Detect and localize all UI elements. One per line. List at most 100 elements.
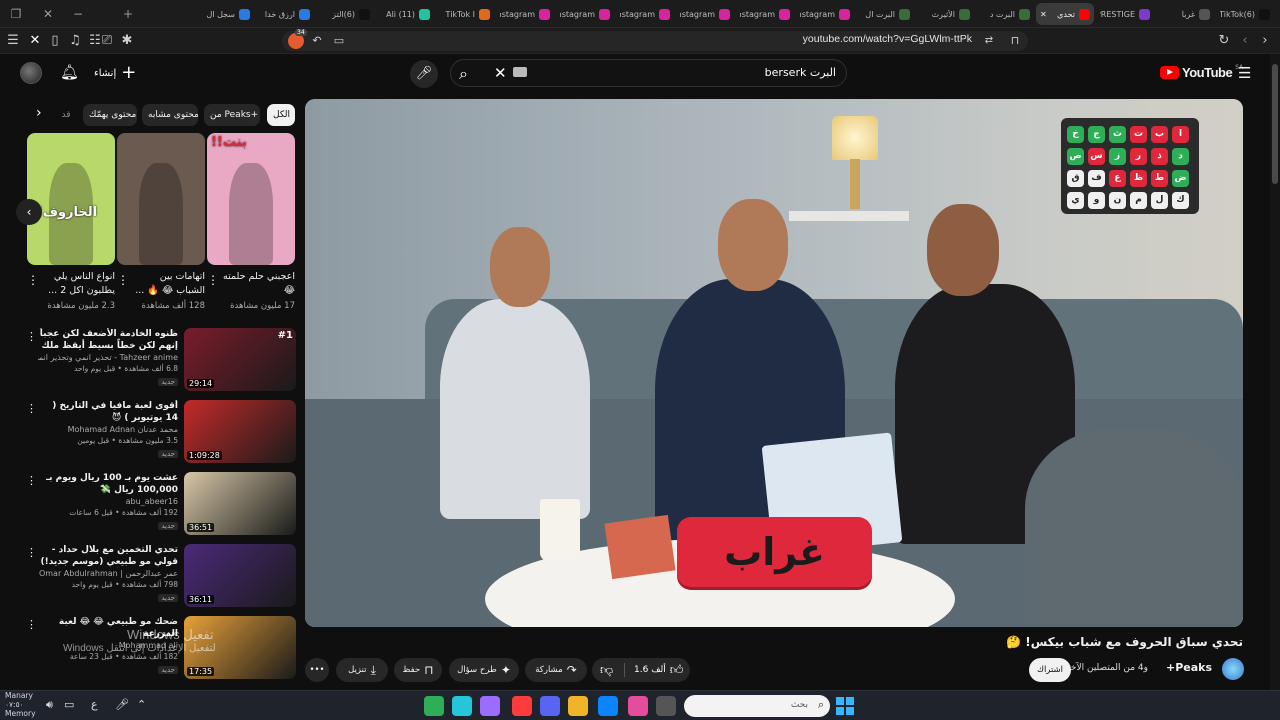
recommendation-channel[interactable]: محمد عدنان Mohamad Adnan (38, 424, 178, 435)
channel-avatar[interactable] (1222, 658, 1244, 680)
recommendation-channel[interactable]: Tahzeer anime - تحذير انمي وتحذير انمي +… (38, 352, 178, 363)
guide-menu-icon[interactable]: ☰ (1238, 64, 1251, 82)
new-tab-icon[interactable]: + (120, 6, 136, 22)
browser-tab[interactable]: Instagram (496, 3, 554, 25)
recommendation-item[interactable]: #1 29:14 ظنوه الخادمة الأضعف لكن عجباً إنه… (26, 328, 296, 392)
forward-nav-icon[interactable]: ‹ (1236, 32, 1254, 50)
create-button[interactable]: إنشاء + (94, 61, 136, 85)
screenshot-icon[interactable]: ⎚ (98, 32, 116, 50)
recommendation-more-icon[interactable]: ⋮ (26, 618, 37, 631)
weather-widget[interactable]: Manary ٠٧:٥٠ Memory (5, 691, 36, 718)
download-button[interactable]: ⤓ تنزيل (336, 658, 388, 682)
mic-tray-icon[interactable]: 🎤︎ (115, 698, 129, 711)
browser-tab[interactable]: ارزق خدا (256, 3, 314, 25)
account-avatar[interactable] (20, 62, 42, 84)
start-button[interactable] (836, 697, 854, 715)
chip-similar[interactable]: محتوى مشابه (142, 104, 199, 126)
site-settings-icon[interactable]: ⇄ (980, 32, 998, 50)
taskbar-app-icon[interactable] (568, 696, 588, 716)
save-button[interactable]: ⊓ حفظ (394, 658, 442, 682)
search-icon[interactable]: ⌕ (459, 64, 468, 84)
tab-close-icon[interactable]: ✕ (1040, 10, 1047, 19)
short-thumbnail[interactable]: بنت!! (207, 133, 295, 265)
voice-search-button[interactable]: 🎤︎ (410, 60, 438, 88)
taskbar-app-icon[interactable] (598, 696, 618, 716)
recommendation-thumbnail[interactable]: 36:51 (184, 472, 296, 535)
recommendation-title[interactable]: أقوى لعبة مافيا في التاريخ ( 14 يوتيوبر … (38, 400, 178, 424)
taskbar-app-icon[interactable] (512, 696, 532, 716)
chip-relevant[interactable]: محتوى يهمّك (83, 104, 137, 126)
short-thumbnail[interactable] (117, 133, 205, 265)
short-title[interactable]: اتهامات بين الشباب 😂 🔥 ... (117, 270, 205, 300)
window-minimize-icon[interactable]: − (70, 6, 86, 22)
recommendation-item[interactable]: 36:51 عشت يوم بـ 100 ريال ويوم بـ 100,000… (26, 472, 296, 536)
shorts-previous-button[interactable]: ‹ (16, 199, 42, 225)
recommendation-item[interactable]: 1:09:28 أقوى لعبة مافيا في التاريخ ( 14 ي… (26, 400, 296, 464)
browser-tab[interactable]: (6)التز (316, 3, 374, 25)
ask-button[interactable]: ✦ طرح سؤال (449, 658, 519, 682)
menu-icon[interactable]: ☰ (4, 32, 22, 50)
dislike-button[interactable]: 👎︎ (600, 658, 613, 682)
sidebar-icon[interactable]: ▯ (46, 32, 64, 50)
short-thumbnail[interactable]: الخاروف!! (27, 133, 115, 265)
browser-tab[interactable]: البرت د (976, 3, 1034, 25)
short-title[interactable]: انواع الناس يلي يطلبون اكل 2 ... (27, 270, 115, 300)
scroll-thumb[interactable] (1272, 64, 1278, 184)
recommendation-more-icon[interactable]: ⋮ (26, 546, 37, 559)
browser-tab[interactable]: Instagram (556, 3, 614, 25)
youtube-logo[interactable]: YouTube SA (1160, 64, 1243, 80)
recommendation-title[interactable]: عشت يوم بـ 100 ريال ويوم بـ 100,000 ريال… (38, 472, 178, 496)
address-bar[interactable]: 34 ↶ ▭ youtube.com/watch?v=GgLWlm-ttPk ⇄… (282, 29, 1028, 51)
taskbar-app-icon[interactable] (656, 696, 676, 716)
recommendation-channel[interactable]: abu_abeer16 (38, 496, 178, 507)
channel-name[interactable]: Peaks+ (1166, 661, 1212, 674)
short-more-icon[interactable]: ⋮ (117, 273, 129, 287)
chevron-right-icon[interactable]: › (36, 105, 42, 121)
video-player[interactable]: غراب ابتثجخ دذرزسص ضطظعفق كلمنوي (305, 99, 1243, 627)
extensions-icon[interactable]: ✱ (118, 32, 136, 50)
taskbar-search[interactable]: بحث ⌕ (684, 695, 830, 717)
browser-tab[interactable]: Instagram (796, 3, 854, 25)
taskbar-app-icon[interactable] (424, 696, 444, 716)
taskbar-app-icon[interactable] (628, 696, 648, 716)
network-icon[interactable]: ▭ (64, 698, 74, 711)
back-nav-icon[interactable]: › (1256, 32, 1274, 50)
search-input[interactable]: ⌕ ✕ البرت berserk (450, 59, 847, 87)
browser-tab[interactable]: غرباً (1156, 3, 1214, 25)
recommendation-more-icon[interactable]: ⋮ (26, 330, 37, 343)
short-item[interactable]: اتهامات بين الشباب 😂 🔥 ... 128 ألف مشاهدة… (117, 133, 205, 311)
browser-tab[interactable]: (6)TikTok (1216, 3, 1274, 25)
notifications-bell-icon[interactable]: 🔔︎ (60, 63, 79, 81)
music-icon[interactable]: ♫ (66, 32, 84, 50)
window-restore-icon[interactable]: ❐ (8, 6, 24, 22)
recommendation-thumbnail[interactable]: #1 29:14 (184, 328, 296, 391)
short-item[interactable]: بنت!! اعجبني حلم حلمته 😂 17 مليون مشاهدة ⋮ (207, 133, 295, 311)
recommendation-more-icon[interactable]: ⋮ (26, 474, 37, 487)
page-scrollbar[interactable] (1270, 54, 1280, 690)
taskbar-app-icon[interactable] (540, 696, 560, 716)
browser-tab[interactable]: Instagram (676, 3, 734, 25)
chip-all[interactable]: الكل (267, 104, 295, 126)
browser-tab[interactable]: Instagram (616, 3, 674, 25)
chip-from-channel[interactable]: من Peaks+ (204, 104, 260, 126)
chip-partial[interactable]: قد (60, 104, 72, 126)
short-more-icon[interactable]: ⋮ (27, 273, 39, 287)
tab-active[interactable]: ✕ تحدي (1036, 3, 1094, 25)
recommendation-thumbnail[interactable]: 1:09:28 (184, 400, 296, 463)
taskbar-app-icon[interactable] (452, 696, 472, 716)
browser-tab[interactable]: سجل ال (196, 3, 254, 25)
taskbar-app-icon[interactable] (480, 696, 500, 716)
reload-icon[interactable]: ↻ (1215, 32, 1233, 50)
share-button[interactable]: ↷ مشاركة (525, 658, 587, 682)
more-actions-button[interactable]: ••• (305, 658, 329, 682)
browser-tab[interactable]: البرت ال (856, 3, 914, 25)
keyboard-icon[interactable] (513, 67, 527, 77)
language-indicator[interactable]: ع (91, 698, 98, 711)
recommendation-channel[interactable]: عمر عبدالرحمن | Omar Abdulrahman (38, 568, 178, 579)
back-arrow-icon[interactable]: ↶ (308, 32, 326, 50)
like-button[interactable]: 1.6 ألف 👍︎ (634, 658, 683, 682)
short-item[interactable]: الخاروف!! انواع الناس يلي يطلبون اكل 2 ..… (27, 133, 115, 311)
browser-tab[interactable]: Instagram (736, 3, 794, 25)
short-title[interactable]: اعجبني حلم حلمته 😂 (207, 270, 295, 300)
browser-tab[interactable]: PRESTIGE (1096, 3, 1154, 25)
